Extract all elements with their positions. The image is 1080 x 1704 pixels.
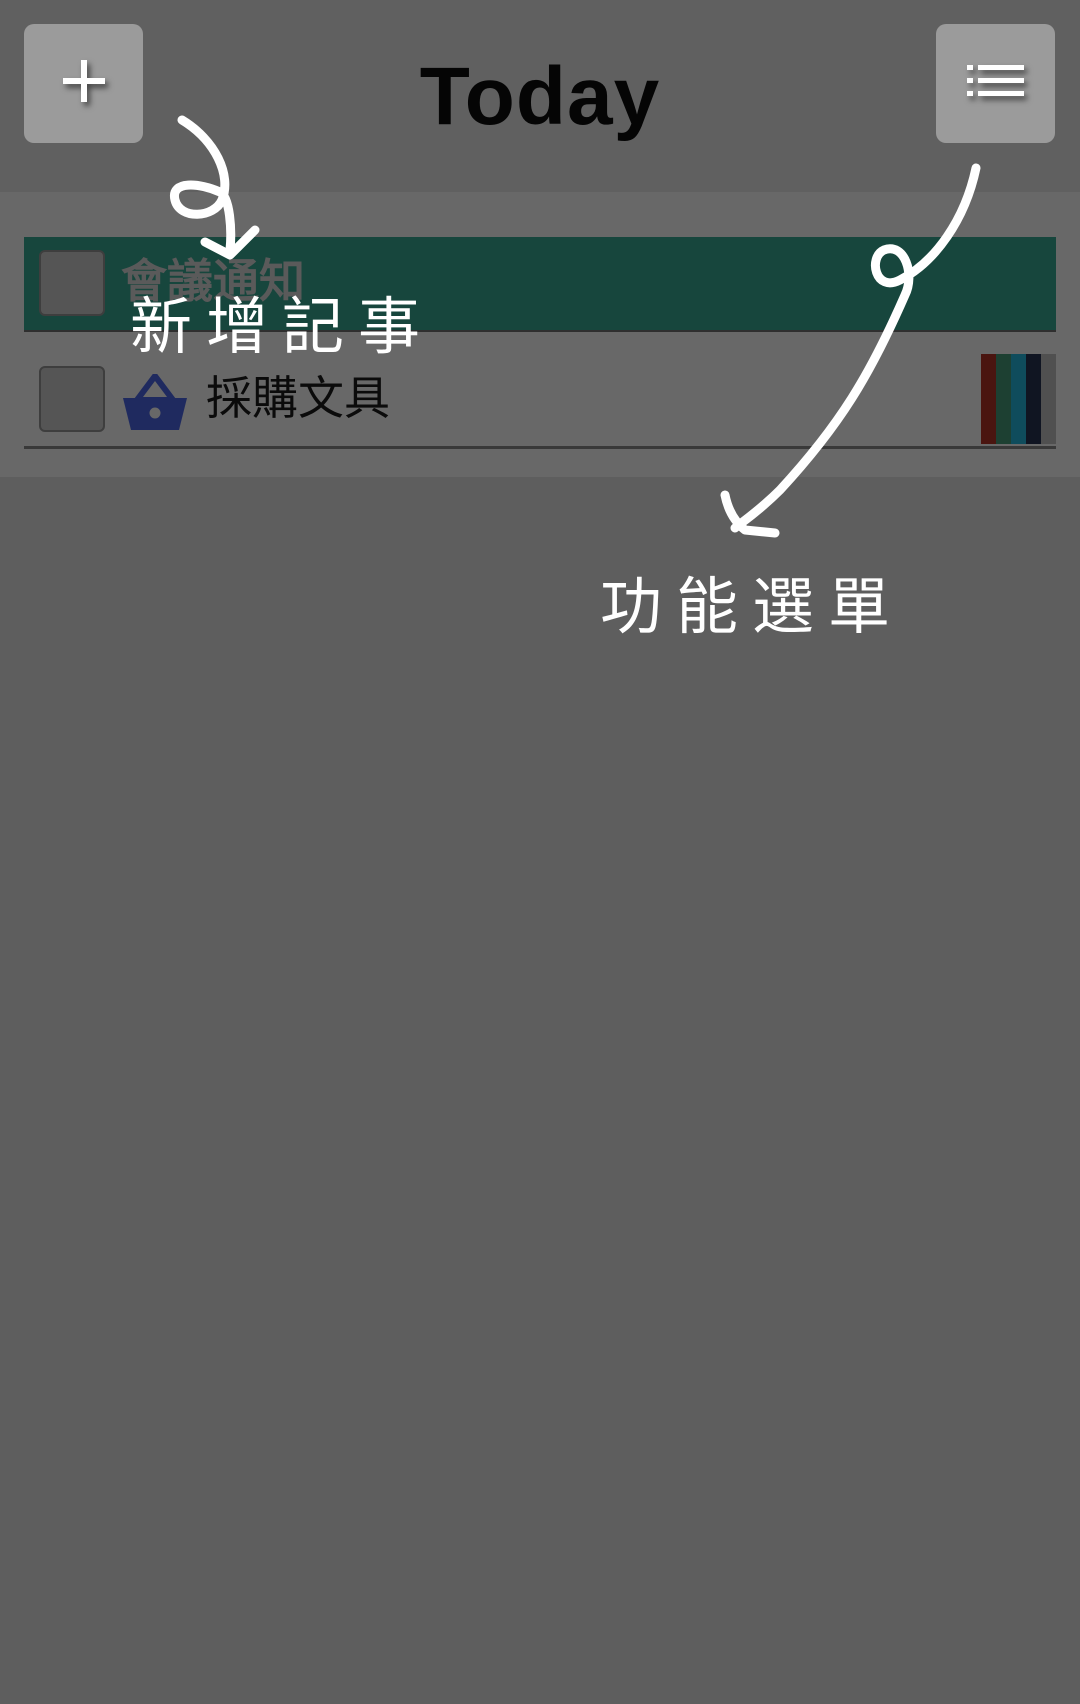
item-checkbox[interactable] (39, 250, 105, 316)
color-swatch (1011, 354, 1026, 444)
list-item[interactable]: 採購文具 (24, 354, 1056, 449)
menu-button[interactable] (936, 24, 1055, 143)
shopping-basket-icon (121, 373, 189, 437)
color-swatch (1041, 354, 1056, 444)
color-swatch (981, 354, 996, 444)
list-icon (966, 61, 1025, 106)
color-swatches (981, 354, 1056, 444)
item-checkbox[interactable] (39, 366, 105, 432)
menu-annotation: 功能選單 (600, 570, 905, 643)
add-note-annotation: 新增記事 (130, 290, 435, 363)
color-swatch (1026, 354, 1041, 444)
color-swatch (996, 354, 1011, 444)
item-label: 採購文具 (206, 371, 390, 425)
page-title: Today (419, 51, 661, 142)
